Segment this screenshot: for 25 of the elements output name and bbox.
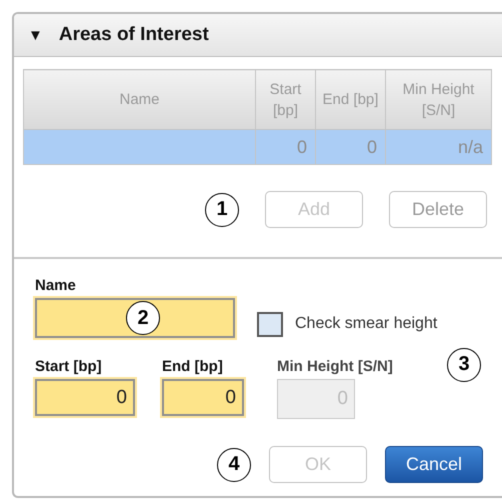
column-header[interactable]: End [bp]: [316, 70, 386, 130]
field-label: End [bp]: [162, 358, 224, 375]
column-header[interactable]: Min Height [S/N]: [386, 70, 492, 130]
table-cell: n/a: [386, 130, 492, 164]
column-header[interactable]: Start [bp]: [256, 70, 316, 130]
checkbox-label: Check smear height: [295, 315, 438, 333]
table-cell: 0: [316, 130, 386, 164]
field-label: Start [bp]: [35, 358, 103, 375]
checkbox[interactable]: [257, 312, 283, 336]
table-action-button[interactable]: Delete: [389, 191, 487, 228]
callout-number: 1: [205, 192, 239, 226]
column-header[interactable]: Name: [24, 70, 256, 130]
dialog-button[interactable]: Cancel: [385, 446, 483, 483]
collapse-toggle-icon[interactable]: ▼: [28, 26, 43, 44]
panel-header[interactable]: ▼ Areas of Interest: [14, 14, 502, 57]
table-row[interactable]: 0 0 n/a: [24, 130, 492, 164]
callout-number: 4: [217, 448, 251, 482]
number-field[interactable]: 0: [162, 379, 244, 416]
field-label: Name: [35, 277, 77, 294]
name-field[interactable]: [35, 298, 235, 338]
callout-number: 3: [447, 348, 481, 382]
number-field[interactable]: 0: [35, 379, 135, 416]
table-cell: 0: [256, 130, 316, 164]
field-label: Min Height [S/N]: [277, 358, 393, 375]
panel-title: Areas of Interest: [58, 24, 209, 46]
